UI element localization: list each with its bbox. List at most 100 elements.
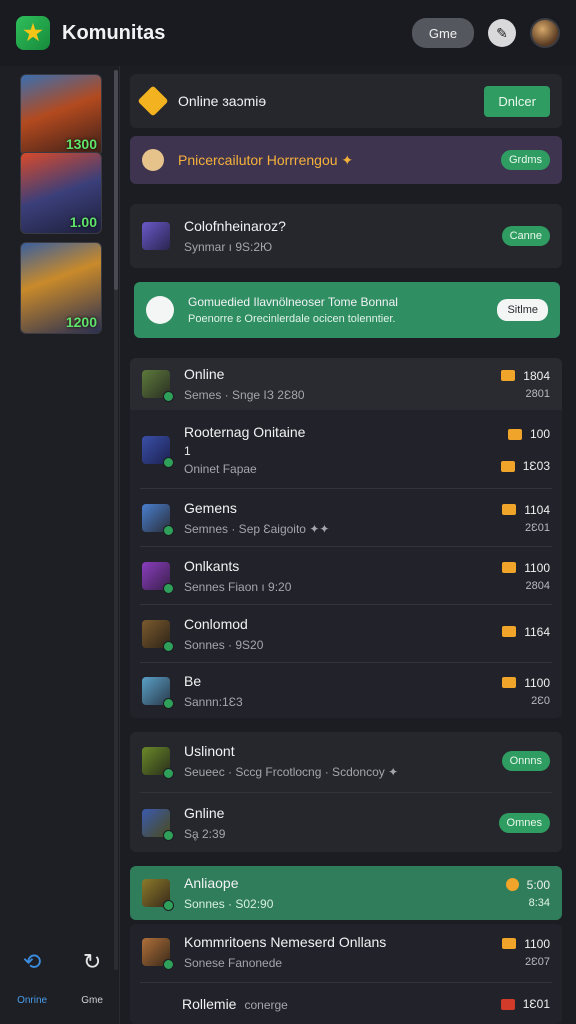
list-item-value: 1Ɛ01 [522, 997, 550, 1011]
list-item-value: 1100 [524, 675, 550, 690]
list-item[interactable]: Rooternag Onitaine 1 Oninet Fapae 100 1Ɛ03 [130, 414, 562, 486]
list-item[interactable]: Uslinont Seueec · Sccg Frcotlocng · Scdon… [130, 732, 562, 790]
online-dot-icon [163, 457, 174, 468]
divider [140, 982, 552, 983]
player-avatar [142, 879, 174, 911]
list-item-value: 1164 [524, 624, 550, 639]
highlight-row[interactable]: Anliaope Sonnes · S02:90 5:00 8:34 [130, 866, 562, 920]
list-item-title: Conlomod [184, 616, 248, 632]
app-title: Komunitas [62, 21, 166, 44]
coin-icon [505, 878, 519, 891]
list-item-title: Be [184, 673, 202, 689]
highlight-sub: Sonnes · S02:90 [184, 897, 274, 911]
game-card[interactable]: 1300 [20, 74, 102, 156]
group-button[interactable]: Omnes [498, 813, 550, 833]
players-list: Online Semes · Snge ІЗ 2Ɛ80 1804 2801 Root… [130, 358, 562, 718]
promo-button[interactable]: Grdms [501, 150, 550, 170]
cake-icon [142, 149, 164, 171]
list-item-subvalue: 2Ɛ07 [525, 955, 550, 968]
list-item-title: Online [184, 366, 225, 382]
promo-panel[interactable]: Pnicercailutor Horrrengou ✦ Grdms [130, 136, 562, 184]
online-dot-icon [163, 698, 174, 709]
list-item-title: Rooternag Onitaine [184, 424, 306, 440]
highlight-value: 5:00 [526, 877, 550, 892]
list-item-sub: Seueec · Sccg Frcotlocng · Scdoncoy ✦ [184, 765, 399, 779]
game-score: 1300 [65, 136, 97, 152]
online-button[interactable]: Dnlcer [484, 85, 550, 117]
game-score: 1200 [65, 314, 97, 330]
nav-online[interactable]: ⟲ Onrine [17, 949, 47, 1006]
list-item[interactable]: Conlomod Sonnes · 9S20 1164 [130, 606, 562, 662]
promo-title: Pnicercailutor Horrrengou ✦ [178, 151, 354, 168]
badge-icon [137, 85, 169, 117]
nav-game[interactable]: ↻ Gme [81, 949, 103, 1006]
rail-scrollbar[interactable] [114, 70, 118, 970]
list-item-value: 1100 [524, 936, 550, 951]
list-item[interactable]: Rollemie conerge 1Ɛ01 [130, 984, 562, 1024]
swirl-icon: ⟲ [22, 949, 42, 974]
coin-icon [502, 504, 517, 515]
list-item[interactable]: Be Sannn:1Ɛ3 1100 2Ɛ0 [130, 664, 562, 718]
banner-title: Gomuedied Ilavnölneoser Tome Bonnal [188, 295, 398, 309]
player-avatar [142, 747, 174, 779]
game-card[interactable]: 1200 [20, 242, 102, 334]
games-rail: 1300 1.00 1200 ⟲ Onrine ↻ Gme [0, 66, 120, 1024]
coin-icon [502, 677, 517, 688]
group-panel: Uslinont Seueec · Sccg Frcotlocng · Scdon… [130, 732, 562, 852]
list-item-sub: Sḁ 2:39 [184, 827, 226, 841]
list-item-subvalue: 2804 [525, 579, 550, 592]
highlight-title: Anliaope [184, 875, 239, 891]
coin-icon [502, 626, 517, 637]
list-item[interactable]: Kommritoens Nemeserd Onllans Sonese Fanon… [130, 924, 562, 980]
coin-icon [500, 998, 515, 1010]
featured-button[interactable]: Canne [501, 226, 550, 246]
list-item-title: Gemens [184, 500, 237, 516]
app-logo-icon: ★ [16, 16, 50, 50]
list-item-sub: Sonnes · 9S20 [184, 638, 264, 652]
app-header: ★ Komunitas Gme ✎ [0, 0, 576, 66]
list-item[interactable]: Gemens Semnes · Sep Ɛaigoito ✦✦ 1104 2Ɛ01 [130, 490, 562, 546]
coin-icon [500, 460, 515, 472]
online-dot-icon [163, 641, 174, 652]
divider [140, 662, 552, 663]
list-item[interactable]: Gnline Sḁ 2:39 Omnes [130, 794, 562, 852]
refresh-circle-icon [146, 296, 174, 324]
list-item[interactable]: Onlkants Sennes Fiaon ı 9:20 1100 2804 [130, 548, 562, 604]
game-card[interactable]: 1.00 [20, 152, 102, 234]
list-item-value: 100 [529, 427, 550, 441]
list-item-sub: Oninet Fapae [184, 462, 257, 476]
highlight-subvalue: 8:34 [528, 896, 550, 909]
featured-panel: Colofnheinaroz? Synmar ı 9S:2Ю Canne [130, 204, 562, 268]
list-item-sub: Sannn:1Ɛ3 [184, 695, 243, 709]
list-item[interactable]: Online Semes · Snge ІЗ 2Ɛ80 1804 2801 [130, 358, 562, 410]
group-button[interactable]: Onnns [501, 751, 550, 771]
list-item-value: 1104 [524, 502, 550, 517]
online-dot-icon [163, 768, 174, 779]
divider [140, 604, 552, 605]
featured-sub: Synmar ı 9S:2Ю [184, 240, 273, 254]
nav-game-label: Gme [81, 995, 103, 1006]
online-title: Online ɜaɔmiɘ [178, 93, 267, 109]
list-item-title: Uslinont [184, 743, 235, 759]
list-item-title: Kommritoens Nemeserd Onllans [184, 934, 387, 950]
list-item-sub: Sonese Fanonede [184, 956, 283, 970]
list-item-subvalue: 2Ɛ01 [525, 521, 550, 534]
avatar[interactable] [530, 18, 560, 48]
divider [140, 488, 552, 489]
edit-icon[interactable]: ✎ [488, 19, 516, 47]
banner-panel: Gomuedied Ilavnölneoser Tome Bonnal Poen… [134, 282, 560, 338]
list-item-subvalue: 1Ɛ03 [522, 459, 550, 473]
list-item-title: Onlkants [184, 558, 240, 574]
player-avatar [142, 938, 174, 970]
rail-scrollbar-thumb[interactable] [114, 70, 118, 290]
refresh-icon: ↻ [82, 949, 102, 974]
coin-icon [502, 562, 517, 573]
game-button[interactable]: Gme [412, 18, 474, 48]
online-dot-icon [163, 583, 174, 594]
online-dot-icon [163, 959, 174, 970]
online-dot-icon [163, 525, 174, 536]
game-score: 1.00 [69, 214, 97, 230]
banner-button[interactable]: Sitlme [497, 299, 548, 321]
list-item-line2: 1 [184, 444, 191, 458]
banner-sub: Poenorre ɛ Orecinlerdale ocicen tolennti… [188, 313, 396, 325]
